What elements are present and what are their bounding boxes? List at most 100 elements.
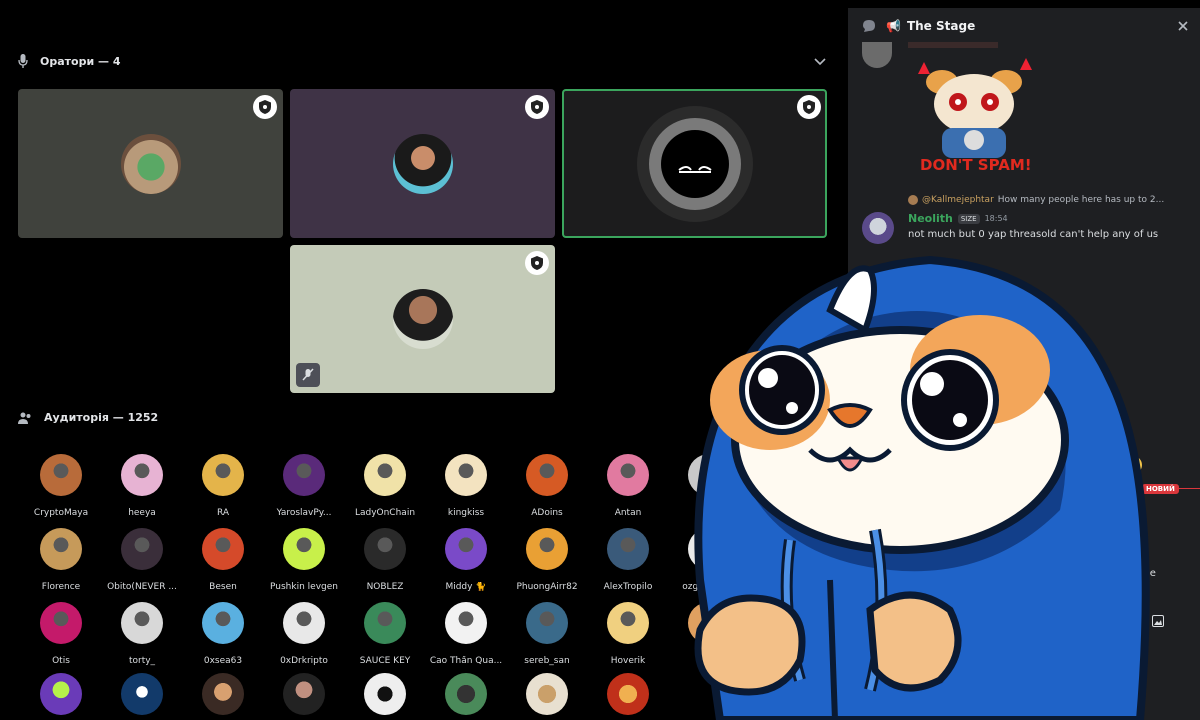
audience-member[interactable]: heeya bbox=[99, 454, 185, 518]
speaker-tile[interactable] bbox=[290, 245, 555, 393]
moderator-shield-icon bbox=[525, 251, 549, 275]
audience-member[interactable]: torty_ bbox=[99, 602, 185, 666]
microphone-icon bbox=[18, 54, 28, 68]
sticker-caption: DON'T SPAM! bbox=[920, 156, 1032, 174]
avatar bbox=[120, 133, 181, 194]
avatar bbox=[283, 454, 325, 496]
avatar bbox=[637, 106, 753, 222]
audience-member[interactable]: CryptoMaya bbox=[18, 454, 104, 518]
audience-member[interactable]: sereb_san bbox=[504, 602, 590, 666]
audience-member[interactable]: kingkiss bbox=[423, 454, 509, 518]
audience-member[interactable]: 0xsea63 bbox=[180, 602, 266, 666]
audience-title: Аудиторія — 1252 bbox=[44, 411, 159, 424]
timestamp: 18:54 bbox=[984, 214, 1008, 223]
speaker-tile[interactable] bbox=[18, 89, 283, 238]
channel-name: The Stage bbox=[906, 19, 976, 33]
audience-member[interactable]: AlexTropilo bbox=[585, 528, 671, 592]
avatar bbox=[121, 528, 163, 570]
member-name: 0xDrkripto bbox=[280, 656, 328, 666]
avatar bbox=[121, 602, 163, 644]
author-name-partial bbox=[908, 42, 998, 48]
server-tag: SIZE bbox=[957, 213, 980, 224]
audience-member[interactable]: LadyOnChain bbox=[342, 454, 428, 518]
member-name: kingkiss bbox=[447, 508, 485, 518]
muted-microphone-icon bbox=[296, 363, 320, 387]
speakers-title: Оратори — 4 bbox=[40, 54, 121, 68]
audience-member[interactable]: Otis bbox=[18, 602, 104, 666]
audience-member[interactable]: Besen bbox=[180, 528, 266, 592]
member-name: torty_ bbox=[128, 656, 156, 666]
reply-text: How many people here has up to 2... bbox=[997, 195, 1165, 205]
member-name: AlexTropilo bbox=[603, 582, 653, 592]
audience-header[interactable]: Аудиторія — 1252 bbox=[18, 411, 158, 424]
audience-member[interactable]: NOBLEZ bbox=[342, 528, 428, 592]
avatar bbox=[392, 133, 453, 194]
avatar bbox=[202, 528, 244, 570]
speakers-header[interactable]: Оратори — 4 bbox=[18, 54, 120, 68]
audience-member[interactable]: YaroslavPy... bbox=[261, 454, 347, 518]
audience-member[interactable]: RA bbox=[180, 454, 266, 518]
audience-row-partial bbox=[18, 673, 738, 720]
speaker-tile[interactable] bbox=[290, 89, 555, 238]
avatar bbox=[364, 602, 406, 644]
avatar bbox=[392, 289, 453, 349]
member-name: Besen bbox=[209, 582, 237, 592]
avatar bbox=[202, 454, 244, 496]
member-name: Pushkin levgen bbox=[270, 582, 338, 592]
audience-member[interactable]: 0xDrkripto bbox=[261, 602, 347, 666]
audience-member[interactable]: Obito(NEVER ... bbox=[99, 528, 185, 592]
member-name: Middy 🐈 bbox=[445, 582, 487, 592]
member-name: SAUCE KEY bbox=[359, 656, 411, 666]
member-name: PhuongAirr82 bbox=[516, 582, 578, 592]
avatar bbox=[862, 42, 892, 68]
member-name: 0xsea63 bbox=[203, 656, 243, 666]
close-icon[interactable] bbox=[1178, 21, 1188, 31]
audience-member[interactable]: Antan bbox=[585, 454, 671, 518]
author-name[interactable]: Neolith bbox=[908, 212, 953, 225]
avatar bbox=[202, 602, 244, 644]
avatar bbox=[607, 602, 649, 644]
avatar bbox=[283, 602, 325, 644]
audience-member[interactable]: ADoins bbox=[504, 454, 590, 518]
message-text: not much but 0 yap threasold can't help … bbox=[908, 229, 1159, 240]
cat-hoodie-sticker bbox=[694, 255, 1150, 720]
message-header: Neolith SIZE 18:54 bbox=[908, 212, 1008, 225]
audience-member[interactable]: Florence bbox=[18, 528, 104, 592]
audience-member[interactable]: PhuongAirr82 bbox=[504, 528, 590, 592]
member-name: Hoverik bbox=[610, 656, 646, 666]
audience-member[interactable]: SAUCE KEY bbox=[342, 602, 428, 666]
avatar bbox=[607, 454, 649, 496]
member-name: Florence bbox=[41, 582, 81, 592]
member-name: NOBLEZ bbox=[366, 582, 404, 592]
avatar bbox=[121, 454, 163, 496]
speaker-tile-active[interactable] bbox=[562, 89, 827, 238]
moderator-shield-icon bbox=[253, 95, 277, 119]
avatar bbox=[908, 195, 918, 205]
audience-member[interactable]: Pushkin levgen bbox=[261, 528, 347, 592]
avatar bbox=[40, 602, 82, 644]
member-name: Cao Thần Qua... bbox=[429, 656, 503, 666]
audience-member[interactable]: Hoverik bbox=[585, 602, 671, 666]
people-icon bbox=[18, 412, 31, 424]
member-name: LadyOnChain bbox=[354, 508, 416, 518]
chat-bubble-icon[interactable] bbox=[862, 19, 876, 33]
moderator-shield-icon bbox=[525, 95, 549, 119]
avatar bbox=[445, 528, 487, 570]
member-name: ADoins bbox=[531, 508, 563, 518]
member-name: heeya bbox=[128, 508, 156, 518]
reply-preview[interactable]: @Kallmejephtar How many people here has … bbox=[908, 195, 1164, 205]
avatar[interactable] bbox=[862, 212, 894, 244]
megaphone-icon: 📢 bbox=[886, 19, 901, 33]
member-name: CryptoMaya bbox=[33, 508, 89, 518]
chevron-down-icon[interactable] bbox=[814, 58, 826, 66]
avatar bbox=[526, 528, 568, 570]
moderator-shield-icon bbox=[797, 95, 821, 119]
avatar bbox=[364, 454, 406, 496]
avatar bbox=[283, 528, 325, 570]
audience-member[interactable]: Middy 🐈 bbox=[423, 528, 509, 592]
member-name: Obito(NEVER ... bbox=[107, 582, 177, 592]
audience-member[interactable]: Cao Thần Qua... bbox=[423, 602, 509, 666]
avatar bbox=[526, 454, 568, 496]
avatar bbox=[445, 454, 487, 496]
avatar bbox=[40, 454, 82, 496]
